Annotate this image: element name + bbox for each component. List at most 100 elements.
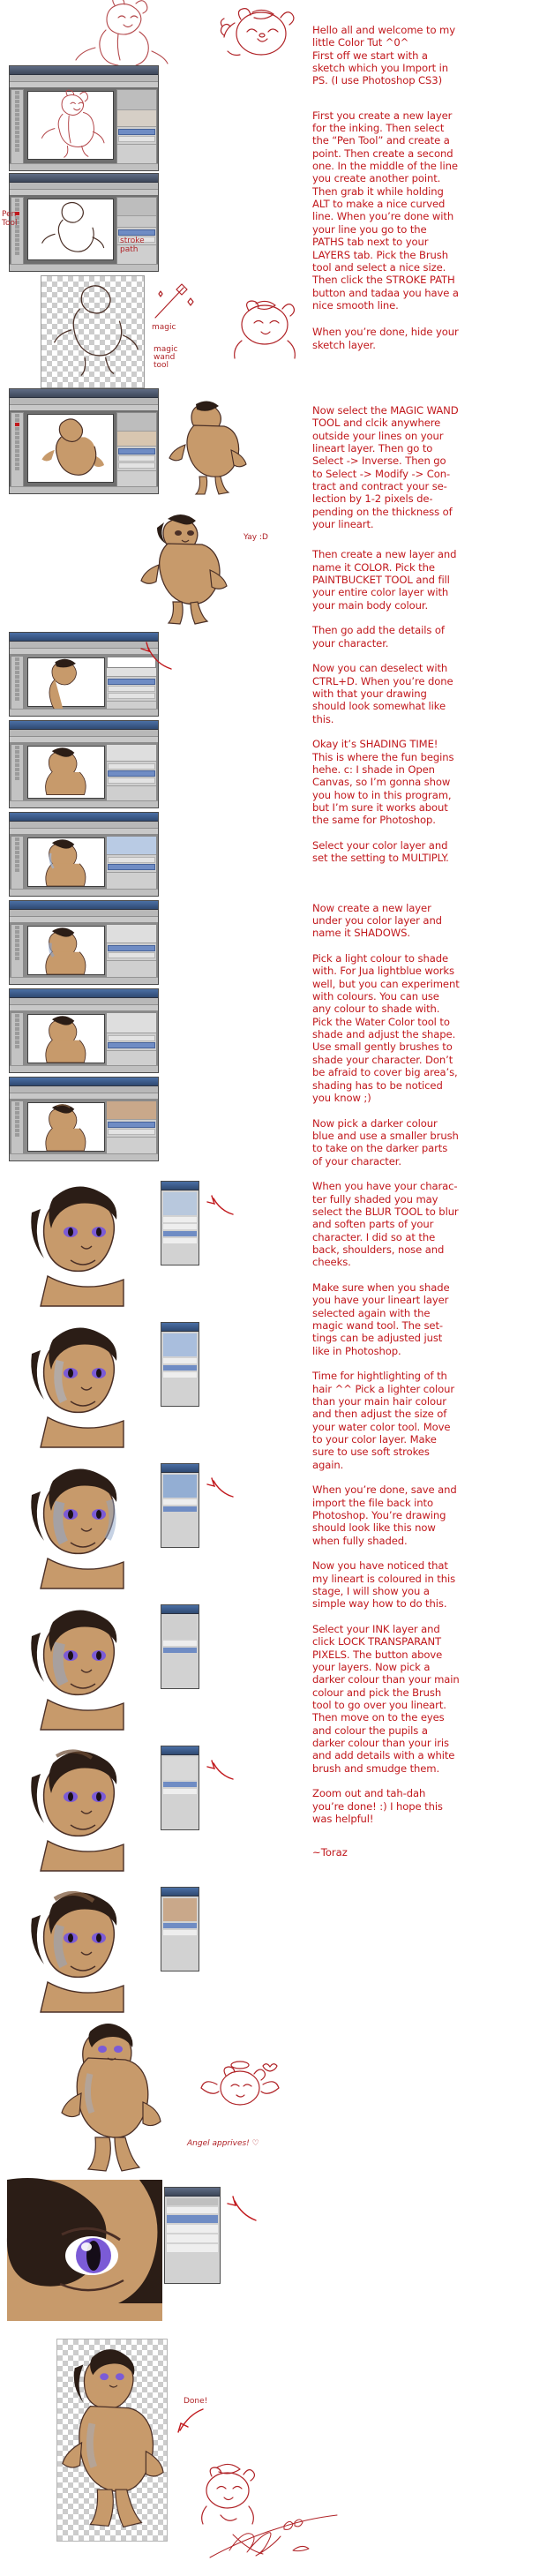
color-wheel[interactable] bbox=[163, 1333, 197, 1356]
layers-list-section[interactable] bbox=[107, 762, 156, 786]
magic-wand-settings[interactable] bbox=[107, 1013, 156, 1033]
layer-row[interactable] bbox=[163, 1930, 197, 1935]
screenshot-oc-lineart-reselect[interactable] bbox=[9, 988, 159, 1073]
layer-row-lineart[interactable] bbox=[108, 952, 155, 958]
document-canvas[interactable] bbox=[27, 746, 105, 799]
screenshot-ps-inking-paths[interactable] bbox=[9, 173, 159, 272]
path-row[interactable] bbox=[118, 229, 155, 236]
menu-bar[interactable] bbox=[10, 1086, 158, 1093]
layer-row[interactable] bbox=[163, 1372, 197, 1378]
layer-row-background[interactable] bbox=[167, 2244, 218, 2252]
color-wheel[interactable] bbox=[163, 1475, 197, 1498]
document-canvas[interactable] bbox=[27, 414, 114, 483]
toolbox-panel[interactable] bbox=[11, 924, 24, 980]
layer-row-color[interactable] bbox=[108, 763, 155, 770]
layers-list-section[interactable] bbox=[107, 1033, 156, 1051]
layers-panel[interactable] bbox=[116, 89, 157, 167]
toolbox-panel[interactable] bbox=[11, 656, 24, 712]
layer-row-shadows[interactable] bbox=[108, 1129, 155, 1135]
layer-row-lineart[interactable] bbox=[118, 455, 155, 462]
layer-row-color[interactable] bbox=[167, 2225, 218, 2233]
screenshot-oc-shadows-light[interactable] bbox=[9, 720, 159, 808]
layers-list-section[interactable] bbox=[107, 677, 156, 702]
magic-wand-options[interactable] bbox=[163, 1757, 197, 1780]
menu-bar[interactable] bbox=[10, 183, 158, 190]
screenshot-oc-blur-tool[interactable] bbox=[9, 900, 159, 985]
color-wheel[interactable] bbox=[163, 1898, 197, 1921]
screenshot-oc-hair-highlights[interactable] bbox=[9, 1077, 159, 1161]
slider[interactable] bbox=[163, 1217, 197, 1222]
layer-row-color[interactable] bbox=[118, 448, 155, 454]
panel-brush-settings-3[interactable] bbox=[161, 1463, 199, 1548]
color-picker[interactable] bbox=[107, 837, 156, 855]
panel-brush-settings-6[interactable] bbox=[161, 1887, 199, 1971]
paths-tab-section[interactable] bbox=[117, 216, 156, 228]
toolbox-panel[interactable] bbox=[11, 744, 24, 804]
lock-transparent-pixels-button[interactable] bbox=[167, 2198, 218, 2205]
document-canvas[interactable] bbox=[27, 837, 105, 887]
layers-list-section[interactable] bbox=[117, 447, 156, 471]
toolbox-panel[interactable] bbox=[11, 836, 24, 892]
toolbox-panel[interactable] bbox=[11, 412, 24, 490]
layer-row[interactable] bbox=[163, 1506, 197, 1512]
layers-list-section[interactable] bbox=[107, 943, 156, 961]
layers-panel[interactable] bbox=[106, 836, 157, 892]
menu-bar[interactable] bbox=[10, 910, 158, 917]
slider[interactable] bbox=[163, 1358, 197, 1363]
layer-row-shadows[interactable] bbox=[167, 2234, 218, 2242]
layers-list-section[interactable] bbox=[107, 1120, 156, 1138]
screenshot-ps-magic-wand-fill[interactable] bbox=[9, 388, 159, 494]
toolbox-panel[interactable] bbox=[11, 1012, 24, 1069]
panel-body[interactable] bbox=[161, 1755, 199, 1829]
panel-brush-settings-4[interactable] bbox=[161, 1604, 199, 1689]
brush-settings[interactable] bbox=[107, 745, 156, 762]
layer-row[interactable] bbox=[163, 1789, 197, 1794]
layers-panel[interactable] bbox=[106, 1012, 157, 1069]
layers-panel[interactable] bbox=[106, 744, 157, 804]
menu-bar[interactable] bbox=[10, 730, 158, 737]
panel-body[interactable] bbox=[161, 1896, 199, 1971]
panel-brush-settings-2[interactable] bbox=[161, 1322, 199, 1407]
slider[interactable] bbox=[163, 1499, 197, 1505]
tool-options[interactable] bbox=[107, 925, 156, 943]
screenshot-ps-lineart-hidden-sketch[interactable] bbox=[41, 275, 145, 388]
document-canvas[interactable] bbox=[27, 926, 105, 975]
layer-row[interactable] bbox=[163, 1923, 197, 1928]
menu-bar[interactable] bbox=[10, 998, 158, 1005]
panel-brush-settings-5[interactable] bbox=[161, 1746, 199, 1830]
slider[interactable] bbox=[163, 1641, 197, 1646]
layers-panel[interactable] bbox=[165, 2197, 220, 2283]
toolbox-panel[interactable] bbox=[11, 1100, 24, 1157]
layer-row[interactable] bbox=[163, 1365, 197, 1371]
screenshot-oc-shadows-dark[interactable] bbox=[9, 812, 159, 897]
layer-row-background[interactable] bbox=[108, 693, 155, 699]
menu-bar[interactable] bbox=[10, 75, 158, 82]
layer-row-color[interactable] bbox=[108, 1122, 155, 1128]
menu-bar[interactable] bbox=[10, 398, 158, 405]
paths-panel[interactable] bbox=[116, 197, 157, 267]
layer-row-color[interactable] bbox=[108, 857, 155, 863]
layer-row[interactable] bbox=[163, 1782, 197, 1787]
document-canvas[interactable] bbox=[27, 1102, 105, 1152]
layer-row-shadows[interactable] bbox=[108, 864, 155, 870]
panel-body[interactable] bbox=[161, 1614, 199, 1688]
panel-brush-settings-1[interactable] bbox=[161, 1181, 199, 1265]
document-canvas[interactable] bbox=[27, 199, 114, 260]
document-canvas[interactable] bbox=[27, 657, 105, 716]
layers-panel[interactable] bbox=[106, 1100, 157, 1157]
layer-row-shadows[interactable] bbox=[108, 945, 155, 951]
screenshot-ps-coloured-lineart[interactable] bbox=[164, 2187, 221, 2284]
toolbox-panel[interactable] bbox=[11, 89, 24, 167]
panel-body[interactable] bbox=[161, 1332, 199, 1406]
layer-row-lineart[interactable] bbox=[108, 686, 155, 692]
layer-row-shadows[interactable] bbox=[108, 770, 155, 777]
layers-list-section[interactable] bbox=[107, 855, 156, 873]
layers-section[interactable] bbox=[117, 127, 156, 145]
menu-bar[interactable] bbox=[10, 822, 158, 829]
screenshot-ps-sketch-import[interactable] bbox=[9, 65, 159, 171]
slider[interactable] bbox=[163, 1224, 197, 1229]
layer-row-color[interactable] bbox=[108, 679, 155, 685]
layer-row-lineart[interactable] bbox=[108, 777, 155, 784]
document-canvas[interactable] bbox=[27, 1014, 105, 1063]
layers-panel[interactable] bbox=[106, 924, 157, 980]
